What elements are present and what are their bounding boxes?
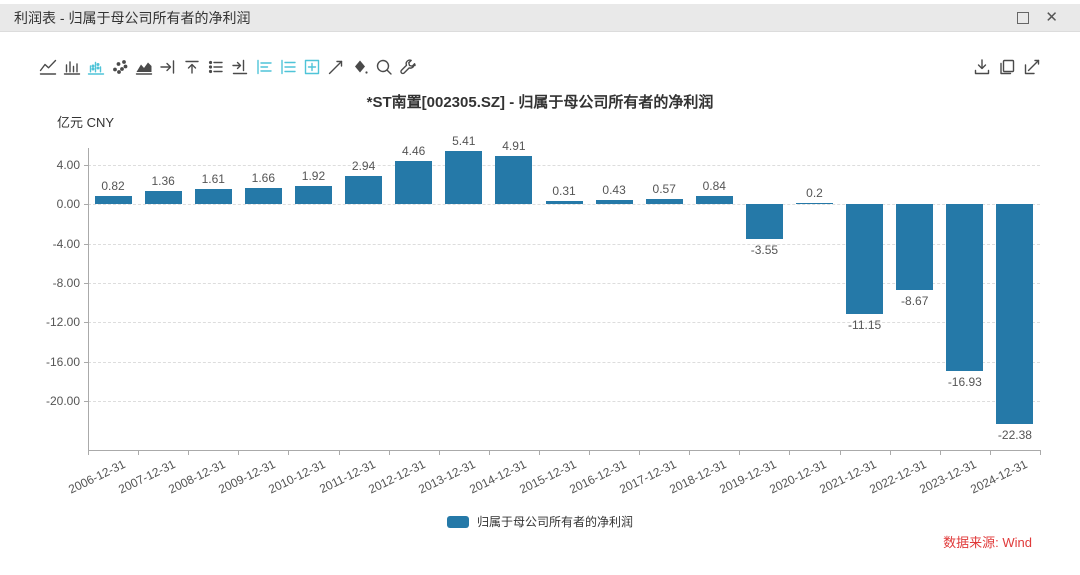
bar[interactable] <box>395 160 433 205</box>
bar[interactable] <box>294 185 332 205</box>
gridline <box>88 400 1040 402</box>
bar-value-label: -11.15 <box>848 317 882 332</box>
x-axis-tick-label: 2013-12-31 <box>416 457 478 497</box>
y-axis-tick-label: -8.00 <box>52 276 80 291</box>
x-axis-tick <box>538 451 540 455</box>
x-axis-line <box>88 450 1041 451</box>
bar[interactable] <box>996 204 1034 425</box>
bar[interactable] <box>745 204 783 240</box>
x-axis-tick <box>739 451 741 455</box>
x-axis-tick <box>839 451 841 455</box>
x-axis-tick <box>188 451 190 455</box>
legend-marker <box>446 515 469 528</box>
bar-value-label: -3.55 <box>750 243 779 258</box>
y-axis-tick-label: -4.00 <box>52 236 80 251</box>
chart-title: *ST南置[002305.SZ] - 归属于母公司所有者的净利润 <box>366 94 714 111</box>
bar[interactable] <box>144 191 182 205</box>
x-axis-tick-label: 2019-12-31 <box>717 457 779 497</box>
x-axis-tick <box>238 451 240 455</box>
bar-value-label: 2.94 <box>351 158 376 173</box>
y-axis-tick-label: -12.00 <box>45 315 80 330</box>
bar-value-label: -22.38 <box>997 428 1032 443</box>
x-axis-tick <box>138 451 140 455</box>
x-axis-tick <box>288 451 290 455</box>
bar[interactable] <box>595 200 633 205</box>
bar[interactable] <box>94 196 132 205</box>
legend-item[interactable]: 归属于母公司所有者的净利润 <box>446 513 633 530</box>
x-axis-tick <box>589 451 591 455</box>
data-source-label: 数据来源: Wind <box>943 535 1032 550</box>
bar[interactable] <box>896 204 934 290</box>
bar-value-label: -8.67 <box>901 293 929 308</box>
y-axis-tick-label: -16.00 <box>45 354 80 369</box>
bar[interactable] <box>695 196 733 205</box>
bar[interactable] <box>445 151 483 205</box>
x-axis-tick <box>889 451 891 455</box>
gridline <box>88 165 1040 167</box>
x-axis-tick-label: 2023-12-31 <box>917 457 979 497</box>
bar-value-label: 0.2 <box>806 185 823 200</box>
gridline <box>88 322 1040 324</box>
y-axis-unit-label: 亿元 CNY <box>57 115 115 130</box>
x-axis-tick <box>689 451 691 455</box>
bar[interactable] <box>846 204 884 314</box>
chart-legend: 归属于母公司所有者的净利润 <box>0 513 1080 530</box>
bar[interactable] <box>244 188 282 205</box>
bar[interactable] <box>796 202 834 205</box>
gridline <box>88 361 1040 363</box>
x-axis-tick-label: 2009-12-31 <box>216 457 278 497</box>
x-axis-tick <box>388 451 390 455</box>
bar[interactable] <box>545 201 583 205</box>
x-axis-tick-label: 2010-12-31 <box>266 457 328 497</box>
x-axis-tick <box>939 451 941 455</box>
x-axis-tick-label: 2017-12-31 <box>617 457 679 497</box>
x-axis-tick-label: 2018-12-31 <box>667 457 729 497</box>
y-axis-tick-label: 4.00 <box>56 158 80 173</box>
bar[interactable] <box>495 156 533 205</box>
x-axis-tick-label: 2024-12-31 <box>967 457 1030 497</box>
bar-value-label: 4.91 <box>502 139 526 154</box>
bar[interactable] <box>946 204 984 371</box>
x-axis-tick <box>789 451 791 455</box>
x-axis-tick-label: 2014-12-31 <box>466 457 529 497</box>
bar-value-label: 0.84 <box>702 179 726 194</box>
bar[interactable] <box>645 198 683 205</box>
y-axis-tick-label: 0.00 <box>56 197 80 212</box>
x-axis-tick <box>88 451 89 455</box>
x-axis-tick <box>338 451 340 455</box>
bar-value-label: -16.93 <box>947 374 982 389</box>
x-axis-tick-label: 2015-12-31 <box>516 457 579 497</box>
legend-label: 归属于母公司所有者的净利润 <box>476 515 633 529</box>
x-axis-tick-label: 2007-12-31 <box>115 457 178 497</box>
bar[interactable] <box>345 175 383 205</box>
x-axis-tick <box>1040 451 1041 455</box>
chart-area: *ST南置[002305.SZ] - 归属于母公司所有者的净利润 亿元 CNY … <box>0 0 1080 575</box>
x-axis-tick-label: 2006-12-31 <box>65 457 128 497</box>
bar[interactable] <box>194 188 232 205</box>
x-axis-tick <box>488 451 490 455</box>
y-axis-tick-label: -20.00 <box>45 393 80 408</box>
x-axis-tick <box>639 451 641 455</box>
x-axis-tick-label: 2008-12-31 <box>166 457 228 497</box>
x-axis-tick <box>989 451 991 455</box>
x-axis-tick <box>438 451 440 455</box>
x-axis-tick-label: 2016-12-31 <box>566 457 629 497</box>
